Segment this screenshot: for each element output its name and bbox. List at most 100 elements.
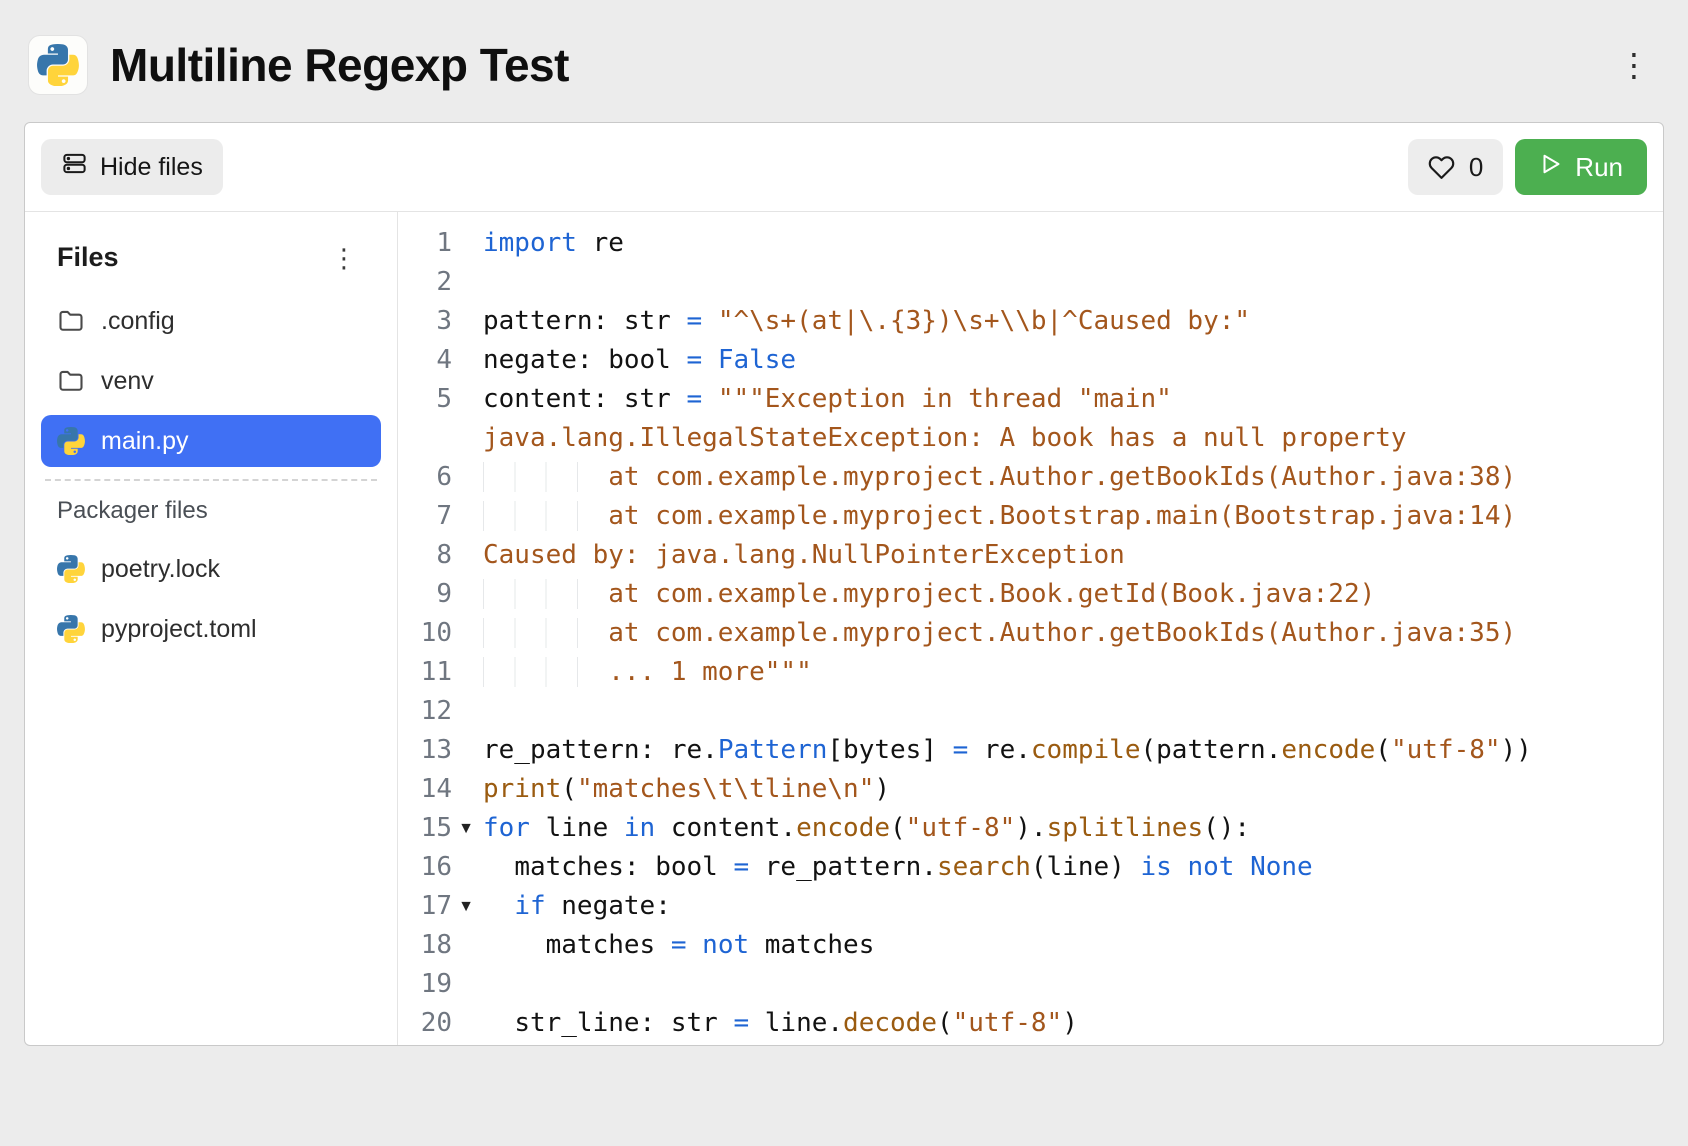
page-title: Multiline Regexp Test — [110, 38, 569, 92]
code-line[interactable]: 4 negate: bool = False — [408, 341, 1645, 380]
run-button[interactable]: Run — [1515, 139, 1647, 195]
line-gutter[interactable]: 15▼ — [408, 809, 480, 848]
line-number: 7 — [436, 497, 452, 536]
fold-arrow-icon[interactable]: ▼ — [452, 809, 480, 848]
line-number: 14 — [421, 770, 452, 809]
files-menu-button[interactable]: ⋮ — [323, 243, 365, 273]
likes-button[interactable]: 0 — [1408, 139, 1503, 195]
line-number: 12 — [421, 692, 452, 731]
code-line[interactable]: 3pattern: str = "^\s+(at|\.{3})\s+\\b|^C… — [408, 302, 1645, 341]
files-panel-icon — [61, 150, 88, 184]
code-line[interactable]: 19 — [408, 965, 1645, 1004]
code-line[interactable]: 10 at com.example.myproject.Author.getBo… — [408, 614, 1645, 653]
code-text: for line in content.encode("utf-8").spli… — [480, 809, 1645, 848]
line-gutter[interactable]: 3 — [408, 302, 480, 341]
code-text: re_pattern: re.Pattern[bytes] = re.compi… — [480, 731, 1645, 770]
app-header: Multiline Regexp Test ⋮ — [0, 0, 1688, 122]
line-gutter[interactable]: 1 — [408, 224, 480, 263]
line-gutter[interactable]: 11 — [408, 653, 480, 692]
code-line[interactable]: 7 at com.example.myproject.Bootstrap.mai… — [408, 497, 1645, 536]
line-gutter[interactable]: 4 — [408, 341, 480, 380]
code-text: at com.example.myproject.Author.getBookI… — [480, 458, 1645, 497]
code-line[interactable]: 13 re_pattern: re.Pattern[bytes] = re.com… — [408, 731, 1645, 770]
workspace-panel: Hide files 0 Run Files ⋮ — [24, 122, 1664, 1046]
folder-icon — [57, 367, 85, 395]
play-icon — [1539, 152, 1563, 183]
line-gutter[interactable]: 12 — [408, 692, 480, 731]
code-line[interactable]: 12 — [408, 692, 1645, 731]
sidebar-item-poetry-lock[interactable]: poetry.lock — [41, 543, 381, 595]
toolbar: Hide files 0 Run — [25, 123, 1663, 212]
line-number: 11 — [421, 653, 452, 692]
line-number: 6 — [436, 458, 452, 497]
code-line[interactable]: 9 at com.example.myproject.Book.getId(Bo… — [408, 575, 1645, 614]
sidebar-divider — [45, 479, 377, 481]
code-text: matches = not matches — [480, 926, 1645, 965]
code-line[interactable]: 11 ... 1 more""" — [408, 653, 1645, 692]
line-gutter[interactable]: 7 — [408, 497, 480, 536]
line-gutter[interactable]: 2 — [408, 263, 480, 302]
code-line[interactable]: 16 matches: bool = re_pattern.search(lin… — [408, 848, 1645, 887]
code-text: import re — [480, 224, 1645, 263]
code-line[interactable]: 14 print("matches\t\tline\n") — [408, 770, 1645, 809]
line-gutter[interactable]: 17▼ — [408, 887, 480, 926]
python-file-icon — [57, 615, 85, 643]
line-gutter[interactable]: 18 — [408, 926, 480, 965]
heart-icon — [1428, 154, 1455, 181]
code-line[interactable]: 6 at com.example.myproject.Author.getBoo… — [408, 458, 1645, 497]
header-menu-button[interactable]: ⋮ — [1608, 45, 1660, 85]
line-number: 17 — [421, 887, 452, 926]
code-text: ... 1 more""" — [480, 653, 1645, 692]
python-logo — [28, 35, 88, 95]
code-line[interactable]: 17▼ if negate: — [408, 887, 1645, 926]
sidebar-item-main-py[interactable]: main.py — [41, 415, 381, 467]
hide-files-label: Hide files — [100, 153, 203, 182]
files-sidebar: Files ⋮ .config venv main.py Packager fi… — [25, 212, 397, 1045]
sidebar-item-pyproject-toml[interactable]: pyproject.toml — [41, 603, 381, 655]
line-number: 5 — [436, 380, 452, 419]
code-text: at com.example.myproject.Bootstrap.main(… — [480, 497, 1645, 536]
line-gutter[interactable]: 8 — [408, 536, 480, 575]
line-gutter[interactable]: 10 — [408, 614, 480, 653]
line-number: 15 — [421, 809, 452, 848]
code-text: str_line: str = line.decode("utf-8") — [480, 1004, 1645, 1043]
code-line[interactable]: 2 — [408, 263, 1645, 302]
line-gutter[interactable]: 16 — [408, 848, 480, 887]
code-line[interactable]: 20 str_line: str = line.decode("utf-8") — [408, 1004, 1645, 1043]
line-number: 2 — [436, 263, 452, 302]
files-header: Files — [57, 242, 119, 273]
code-line[interactable]: 8Caused by: java.lang.NullPointerExcepti… — [408, 536, 1645, 575]
likes-count: 0 — [1469, 152, 1483, 183]
python-file-icon — [57, 427, 85, 455]
line-gutter[interactable]: 13 — [408, 731, 480, 770]
code-text: print("matches\t\tline\n") — [480, 770, 1645, 809]
code-line[interactable]: 15▼for line in content.encode("utf-8").s… — [408, 809, 1645, 848]
line-gutter[interactable]: 19 — [408, 965, 480, 1004]
code-text: at com.example.myproject.Book.getId(Book… — [480, 575, 1645, 614]
line-number: 1 — [436, 224, 452, 263]
line-number: 4 — [436, 341, 452, 380]
file-name: pyproject.toml — [101, 615, 257, 644]
line-gutter[interactable]: 14 — [408, 770, 480, 809]
code-line[interactable]: 18 matches = not matches — [408, 926, 1645, 965]
line-gutter[interactable]: 9 — [408, 575, 480, 614]
code-text: if negate: — [480, 887, 1645, 926]
line-number: 9 — [436, 575, 452, 614]
code-text: matches: bool = re_pattern.search(line) … — [480, 848, 1645, 887]
line-gutter[interactable]: 5 — [408, 380, 480, 419]
line-number: 13 — [421, 731, 452, 770]
sidebar-item-config[interactable]: .config — [41, 295, 381, 347]
code-text: Caused by: java.lang.NullPointerExceptio… — [480, 536, 1645, 575]
code-text: negate: bool = False — [480, 341, 1645, 380]
line-gutter[interactable]: 20 — [408, 1004, 480, 1043]
sidebar-item-venv[interactable]: venv — [41, 355, 381, 407]
fold-arrow-icon[interactable]: ▼ — [452, 887, 480, 926]
code-editor[interactable]: 1 import re 23pattern: str = "^\s+(at|\.{3… — [398, 212, 1663, 1045]
code-line[interactable]: 5 content: str = """Exception in thread "… — [408, 380, 1645, 458]
line-gutter[interactable]: 6 — [408, 458, 480, 497]
packager-files-header: Packager files — [41, 497, 381, 525]
code-text: content: str = """Exception in thread "m… — [480, 380, 1645, 458]
code-line[interactable]: 1 import re — [408, 224, 1645, 263]
hide-files-button[interactable]: Hide files — [41, 139, 223, 195]
line-number: 19 — [421, 965, 452, 1004]
